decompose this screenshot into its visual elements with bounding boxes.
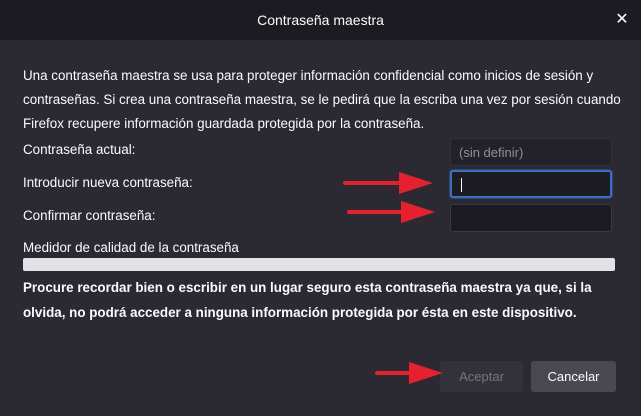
confirm-password-label: Confirmar contraseña: bbox=[23, 208, 156, 223]
description-text: Una contraseña maestra se usa para prote… bbox=[23, 68, 621, 131]
new-password-field[interactable] bbox=[450, 170, 612, 198]
master-password-dialog: Contraseña maestra ✕ Una contraseña maes… bbox=[0, 0, 641, 416]
text-caret bbox=[461, 178, 462, 192]
annotation-arrow-icon bbox=[347, 201, 435, 223]
cancel-button[interactable]: Cancelar bbox=[531, 361, 616, 392]
annotation-arrow-icon bbox=[375, 362, 443, 384]
annotation-arrow-icon bbox=[343, 172, 433, 194]
confirm-password-field[interactable] bbox=[450, 204, 612, 232]
close-icon[interactable]: ✕ bbox=[611, 9, 633, 31]
meter-label: Medidor de calidad de la contraseña bbox=[23, 240, 239, 255]
warning-text: Procure recordar bien o escribir en un l… bbox=[23, 280, 592, 320]
current-password-label: Contraseña actual: bbox=[23, 142, 136, 157]
current-password-field bbox=[450, 138, 612, 166]
new-password-label: Introducir nueva contraseña: bbox=[23, 175, 193, 190]
dialog-title: Contraseña maestra bbox=[257, 12, 384, 28]
title-bar: Contraseña maestra ✕ bbox=[0, 0, 641, 40]
password-quality-meter bbox=[23, 258, 615, 271]
accept-button[interactable]: Aceptar bbox=[440, 361, 523, 392]
